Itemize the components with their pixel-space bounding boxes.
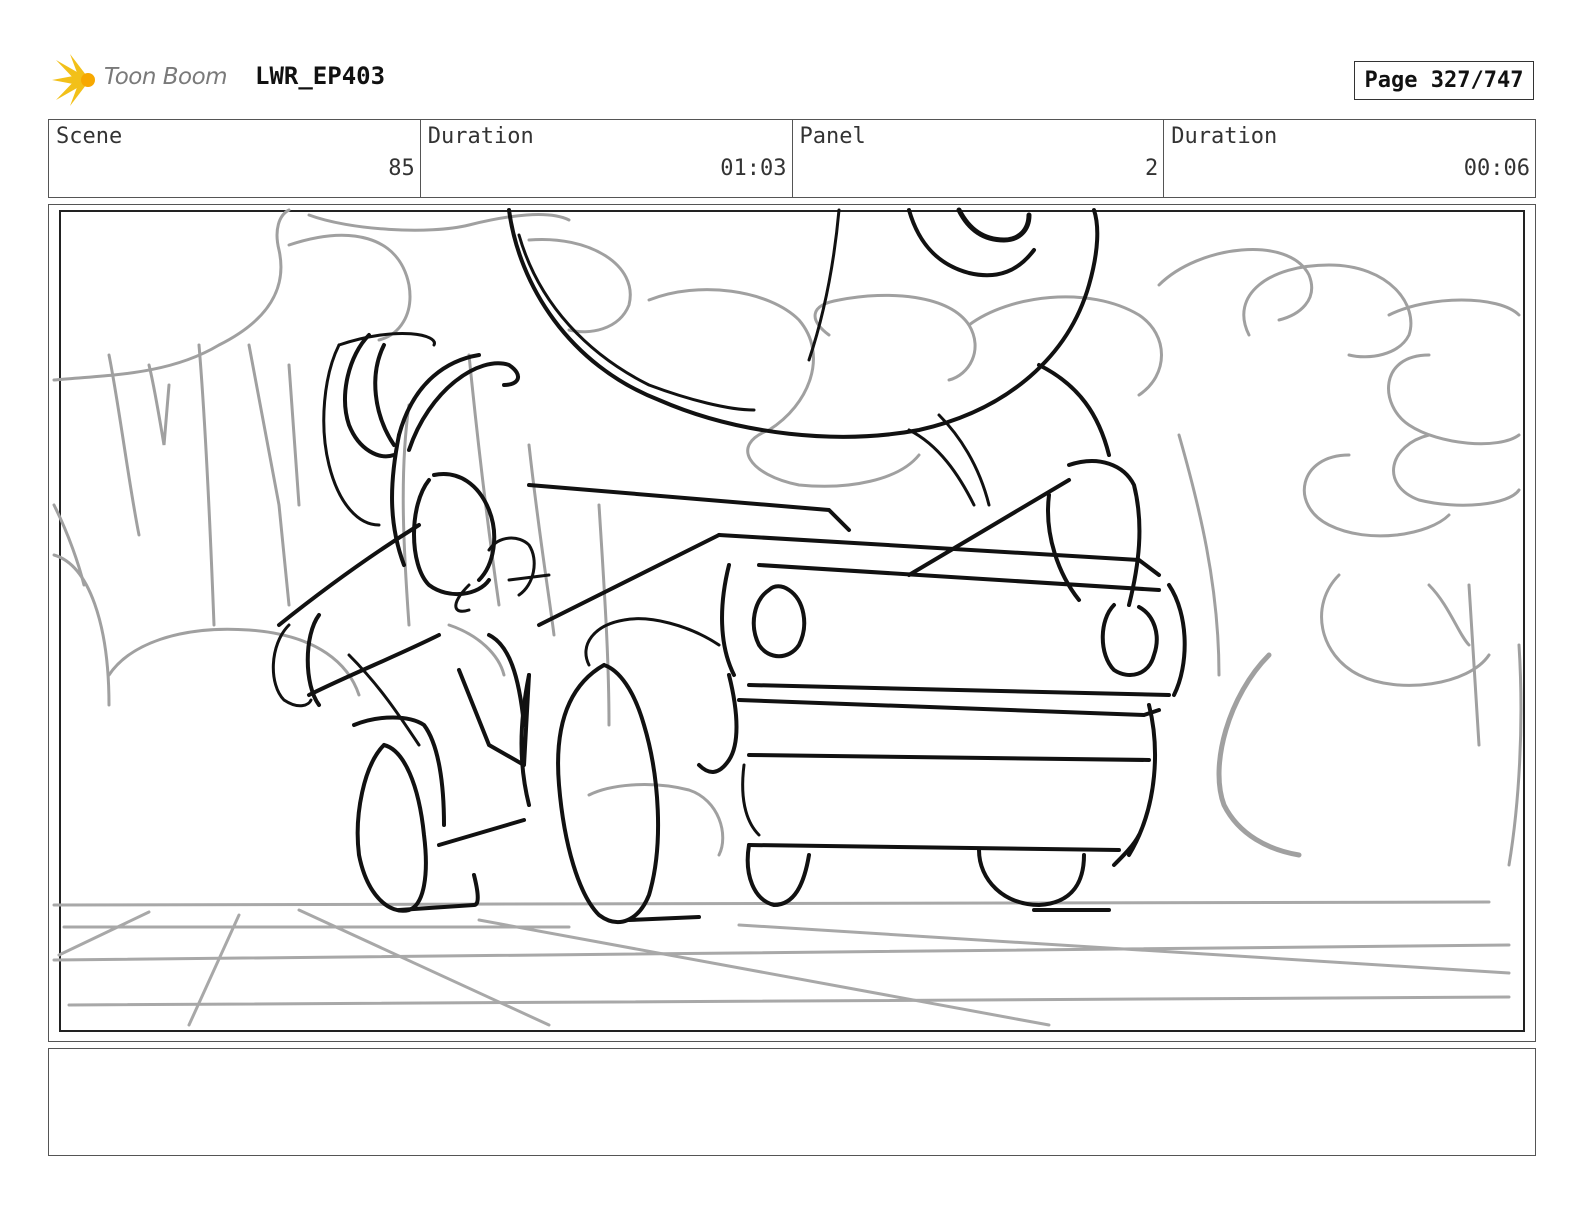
storyboard-sketch xyxy=(52,207,1525,1032)
panel-duration-cell: Duration 00:06 xyxy=(1164,120,1535,197)
panel-label: Panel xyxy=(799,124,866,149)
panel-cell: Panel 2 xyxy=(793,120,1165,197)
panel-duration-label: Duration xyxy=(1171,124,1278,149)
project-title: LWR_EP403 xyxy=(255,62,386,90)
panel-duration-value: 00:06 xyxy=(1463,156,1530,181)
scene-value: 85 xyxy=(388,156,415,181)
panel-info-row: Scene 85 Duration 01:03 Panel 2 Duration… xyxy=(48,119,1536,198)
scene-duration-cell: Duration 01:03 xyxy=(421,120,793,197)
page-indicator: Page 327/747 xyxy=(1354,61,1534,100)
scene-duration-label: Duration xyxy=(427,124,534,149)
logo-text: Toon Boom xyxy=(104,64,228,90)
storyboard-panel xyxy=(48,204,1536,1042)
toon-boom-logo: Toon Boom xyxy=(50,52,240,108)
scene-label: Scene xyxy=(56,124,123,149)
scene-duration-value: 01:03 xyxy=(720,156,787,181)
panel-value: 2 xyxy=(1145,156,1159,181)
logo-burst-icon xyxy=(52,54,95,106)
scene-cell: Scene 85 xyxy=(49,120,421,197)
panel-caption-box xyxy=(48,1048,1536,1156)
